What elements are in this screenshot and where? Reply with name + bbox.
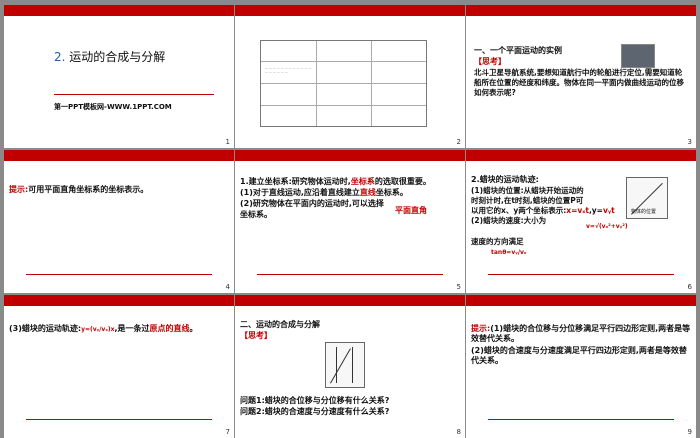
slide-thumbnail-7[interactable]: (3)蜡块的运动轨迹:y=(vᵧ/vₓ)x,是一条过原点的直线。 7 <box>4 295 234 438</box>
question-2: 问题2:蜡块的合速度与分速度有什么关系? <box>240 407 390 416</box>
line-3: 以用它的x、y两个坐标表示:x=vₓt,y=vᵧt <box>471 206 615 215</box>
answer-speed: v=√(vₓ²+vᵧ²) <box>586 223 628 230</box>
bottom-rule <box>488 274 674 275</box>
slide-number: 5 <box>456 283 461 291</box>
satellite-image <box>621 44 655 68</box>
think-body: 北斗卫星导航系统,要想知道航行中的轮船进行定位,需要知道轮船所在位置的经度和纬度… <box>474 68 684 97</box>
line-4: 坐标系。 <box>240 210 272 219</box>
line-3: (2)研究物体在平面内的运动时,可以选择 <box>240 199 384 208</box>
slide-thumbnail-2[interactable]: — — — — — — — — — — — — — — — — — — 2 <box>235 5 465 148</box>
section-heading: 一、一个平面运动的实例 <box>474 46 562 55</box>
table-note: — — — — — — — — — — — — — — — — — — <box>265 66 312 74</box>
line-1: (1)蜡块的位置:从蜡块开始运动的 <box>471 186 584 195</box>
wax-tube-diagram <box>325 342 365 388</box>
line-4: (2)蜡块的速度:大小为 <box>471 216 547 225</box>
bottom-rule <box>26 419 212 420</box>
title-underline <box>54 94 214 95</box>
answer-direction: tanθ=vᵧ/vₓ <box>491 249 527 256</box>
slide-number: 1 <box>225 138 230 146</box>
slide-number: 2 <box>456 138 461 146</box>
section-heading: 二、运动的合成与分解 <box>240 320 320 329</box>
slide-thumbnail-4[interactable]: 提示:可用平面直角坐标系的坐标表示。 4 <box>4 150 234 293</box>
hint-text: 提示:可用平面直角坐标系的坐标表示。 <box>9 185 149 194</box>
bottom-rule <box>488 419 674 420</box>
line-1: 1.建立坐标系:研究物体运动时,坐标系的选取很重要。 <box>240 177 431 186</box>
line-2: (1)对于直线运动,应沿着直线建立直线坐标系。 <box>240 188 408 197</box>
slide-number: 6 <box>687 283 692 291</box>
summary-table: — — — — — — — — — — — — — — — — — — <box>260 40 427 127</box>
trajectory-line: (3)蜡块的运动轨迹:y=(vᵧ/vₓ)x,是一条过原点的直线。 <box>9 324 198 333</box>
slide-thumbnail-6[interactable]: 2.蜡块的运动轨迹: (1)蜡块的位置:从蜡块开始运动的 时刻计时,在t时刻,蜡… <box>466 150 696 293</box>
slide-number: 3 <box>687 138 692 146</box>
slide-grid: 2. 运动的合成与分解 第一PPT模板网-WWW.1PPT.COM 1 — — … <box>0 0 700 438</box>
slide-subtitle: 第一PPT模板网-WWW.1PPT.COM <box>54 103 172 111</box>
section-badge: 必备知识 · 素养奠基 <box>576 5 666 16</box>
slide-thumbnail-1[interactable]: 2. 运动的合成与分解 第一PPT模板网-WWW.1PPT.COM 1 <box>4 5 234 148</box>
slide-thumbnail-9[interactable]: 提示:(1)蜡块的合位移与分位移满足平行四边形定则,两者是等效替代关系。 (2)… <box>466 295 696 438</box>
question-1: 问题1:蜡块的合位移与分位移有什么关系? <box>240 396 390 405</box>
slide-thumbnail-3[interactable]: 必备知识 · 素养奠基 一、一个平面运动的实例 【思考】 北斗卫星导航系统,要想… <box>466 5 696 148</box>
slide-number: 7 <box>225 428 230 436</box>
hint-line-1: 提示:(1)蜡块的合位移与分位移满足平行四边形定则,两者是等效替代关系。 <box>471 324 691 343</box>
slide-thumbnail-8[interactable]: 二、运动的合成与分解 【思考】 问题1:蜡块的合位移与分位移有什么关系? 问题2… <box>235 295 465 438</box>
slide-thumbnail-5[interactable]: 1.建立坐标系:研究物体运动时,坐标系的选取很重要。 (1)对于直线运动,应沿着… <box>235 150 465 293</box>
line-2: 时刻计时,在t时刻,蜡块的位置P可 <box>471 196 584 205</box>
diagram-label: 物体的位置 <box>631 209 657 215</box>
slide-number: 4 <box>225 283 230 291</box>
bottom-rule <box>257 274 443 275</box>
slide-number: 8 <box>456 428 461 436</box>
slide-number: 9 <box>687 428 692 436</box>
bottom-rule <box>26 274 212 275</box>
hint-line-2: (2)蜡块的合速度与分速度满足平行四边形定则,两者是等效替代关系。 <box>471 346 687 365</box>
section-title: 2.蜡块的运动轨迹: <box>471 175 539 184</box>
think-tag: 【思考】 <box>240 331 272 340</box>
think-tag: 【思考】 <box>474 57 506 66</box>
answer-plane: 平面直角 <box>395 206 427 215</box>
line-5: 速度的方向满足 <box>471 237 524 246</box>
slide-title: 2. 运动的合成与分解 <box>54 50 166 64</box>
